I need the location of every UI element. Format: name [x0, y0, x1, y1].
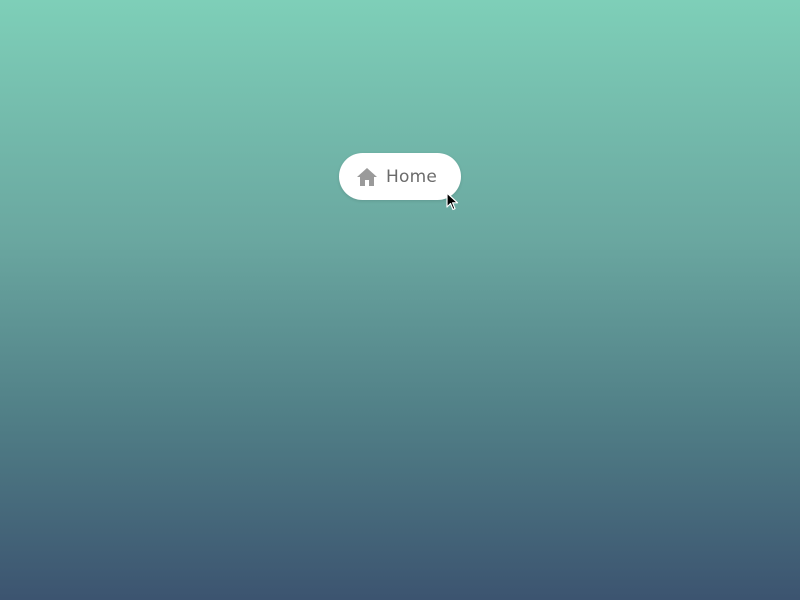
home-button[interactable]: Home: [339, 153, 461, 200]
home-icon: [356, 166, 378, 188]
desktop-background: [0, 0, 800, 600]
home-button-label: Home: [386, 166, 438, 187]
